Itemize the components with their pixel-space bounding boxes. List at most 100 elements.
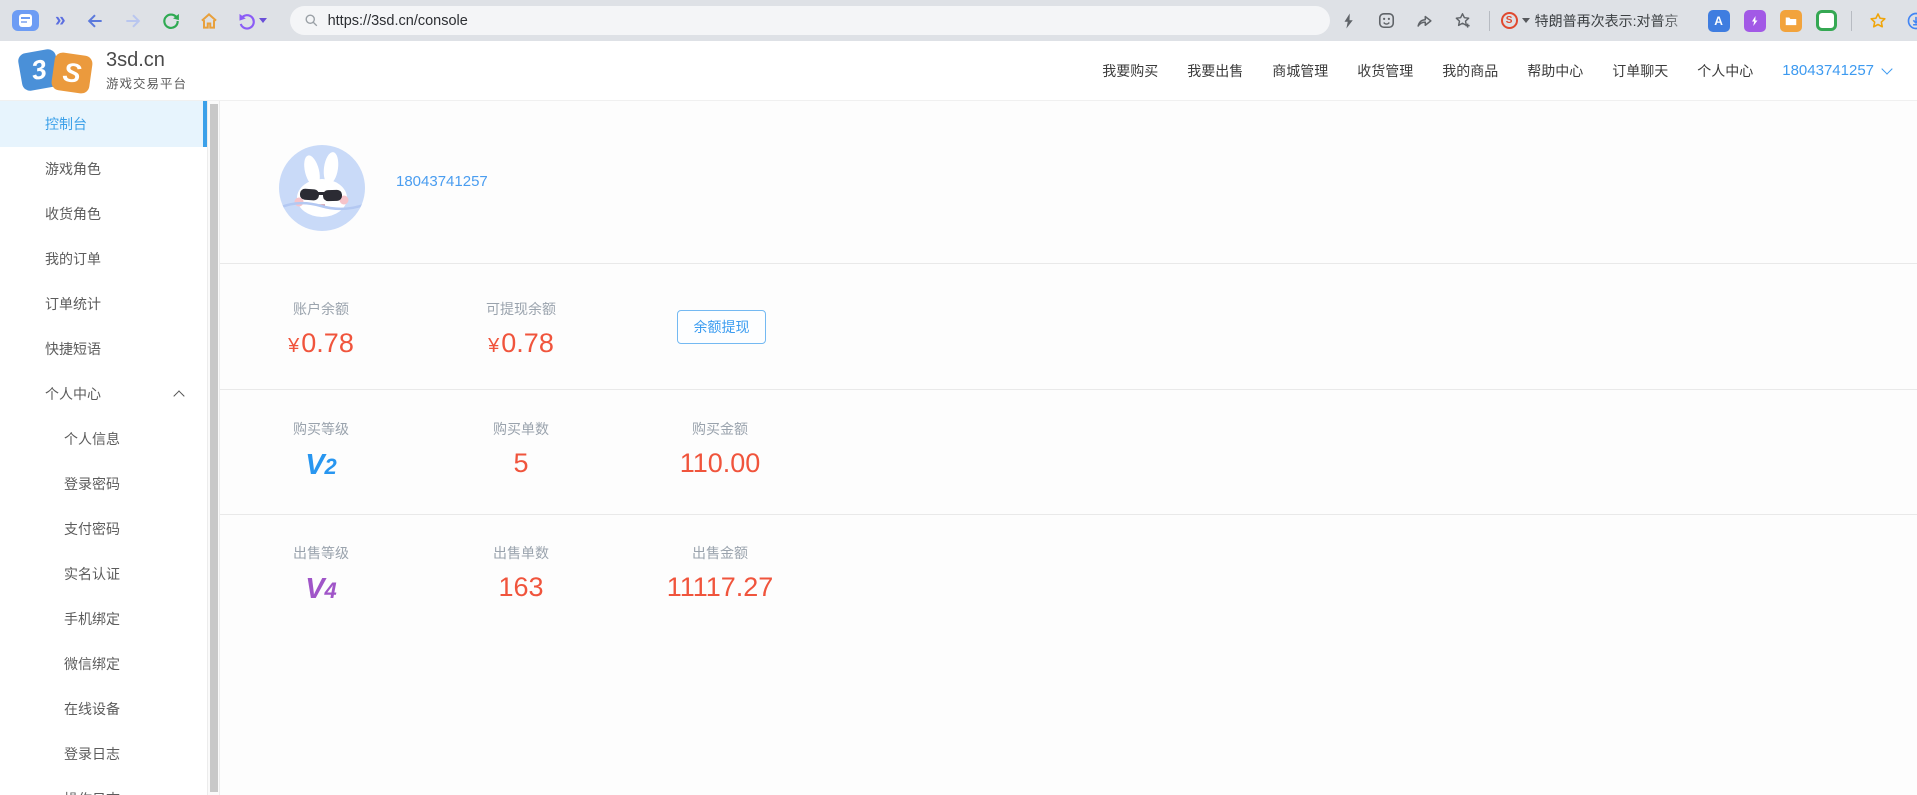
nav-my-goods[interactable]: 我的商品 xyxy=(1442,61,1498,81)
account-balance-value: ¥0.78 xyxy=(288,328,354,358)
purchase-level-label: 购买等级 xyxy=(293,421,349,437)
sale-level-block: 出售等级 V4 xyxy=(236,543,406,606)
home-icon[interactable] xyxy=(198,10,220,32)
bunny-avatar-icon xyxy=(279,152,365,217)
sidebar-item-game-roles[interactable]: 游戏角色 xyxy=(0,147,207,192)
chevron-down-icon xyxy=(1881,62,1893,75)
sidebar-item-real-name[interactable]: 实名认证 xyxy=(0,552,207,597)
orange-folder-extension-icon[interactable] xyxy=(1779,9,1802,32)
sidebar-item-order-stats[interactable]: 订单统计 xyxy=(0,282,207,327)
logo-text: 3sd.cn 游戏交易平台 xyxy=(106,49,187,92)
sale-orders-value: 163 xyxy=(498,572,544,602)
sidebar-item-personal-center[interactable]: 个人中心 xyxy=(0,372,207,417)
sidebar-item-personal-info[interactable]: 个人信息 xyxy=(0,417,207,462)
scrollbar-thumb[interactable] xyxy=(210,104,218,792)
news-ticker[interactable]: S 特朗普再次表示:对普京 xyxy=(1500,10,1697,31)
site-logo[interactable]: 3 S 3sd.cn 游戏交易平台 xyxy=(16,47,187,94)
sidebar-item-login-password[interactable]: 登录密码 xyxy=(0,462,207,507)
section-divider xyxy=(220,389,1917,390)
forward-icon[interactable] xyxy=(122,10,144,32)
nav-sell[interactable]: 我要出售 xyxy=(1187,61,1243,81)
chevron-up-icon xyxy=(173,390,185,402)
browser-toolbar: » https://3sd.cn/console S 特朗普再次表示:对普京 A xyxy=(0,0,1917,41)
sidebar-tab-icon[interactable] xyxy=(12,10,39,31)
withdraw-button[interactable]: 余额提现 xyxy=(677,310,766,344)
reader-icon[interactable] xyxy=(1376,10,1398,32)
purchase-orders-label: 购买单数 xyxy=(493,421,549,437)
withdrawable-balance-label: 可提现余额 xyxy=(486,301,556,317)
logo-tile-s: S xyxy=(50,51,94,94)
undo-dropdown-caret[interactable] xyxy=(258,18,267,23)
purchase-level-block: 购买等级 V2 xyxy=(236,419,406,482)
currency-symbol: ¥ xyxy=(288,335,300,357)
nav-help-center[interactable]: 帮助中心 xyxy=(1527,61,1583,81)
toolbar-separator xyxy=(1850,10,1852,31)
sidebar-item-wechat-bind[interactable]: 微信绑定 xyxy=(0,642,207,687)
search-icon xyxy=(305,14,317,27)
sale-level-value: V4 xyxy=(305,573,337,605)
sidebar-item-pay-password[interactable]: 支付密码 xyxy=(0,507,207,552)
sidebar-item-my-orders[interactable]: 我的订单 xyxy=(0,237,207,282)
sidebar-item-receive-roles[interactable]: 收货角色 xyxy=(0,192,207,237)
tab-preview-icon xyxy=(19,14,32,27)
purchase-orders-value: 5 xyxy=(513,448,529,478)
news-dropdown-caret[interactable] xyxy=(1521,18,1530,23)
boost-icon[interactable] xyxy=(1338,10,1360,32)
logo-tagline: 游戏交易平台 xyxy=(106,77,188,91)
sidebar-item-label: 个人中心 xyxy=(45,386,101,402)
profile-username: 18043741257 xyxy=(396,173,488,190)
section-divider xyxy=(220,263,1917,264)
sale-level-label: 出售等级 xyxy=(293,545,349,561)
sidebar-item-partial-bottom[interactable]: 操作日志 xyxy=(0,777,207,795)
news-fade xyxy=(1662,10,1697,31)
nav-buy[interactable]: 我要购买 xyxy=(1102,61,1158,81)
sidebar-item-console[interactable]: 控制台 xyxy=(0,101,207,147)
bookmark-star-add-icon[interactable] xyxy=(1452,10,1474,32)
site-header: 3 S 3sd.cn 游戏交易平台 我要购买 我要出售 商城管理 收货管理 我的… xyxy=(0,41,1917,101)
purchase-orders-block: 购买单数 5 xyxy=(436,419,606,479)
withdrawable-balance-block: 可提现余额 ¥0.78 xyxy=(436,299,606,359)
share-icon[interactable] xyxy=(1414,10,1436,32)
account-menu[interactable]: 18043741257 xyxy=(1782,62,1893,79)
purchase-level-value: V2 xyxy=(305,449,337,481)
page-body: 控制台 游戏角色 收货角色 我的订单 订单统计 快捷短语 个人中心 个人信息 登… xyxy=(0,101,1917,795)
toolbar-separator xyxy=(1488,10,1490,31)
news-source-icon: S xyxy=(1500,12,1518,29)
section-divider xyxy=(220,514,1917,515)
download-icon[interactable] xyxy=(1905,10,1917,32)
translate-extension-icon[interactable]: A xyxy=(1707,9,1730,32)
url-text: https://3sd.cn/console xyxy=(327,12,468,29)
favorites-star-icon[interactable] xyxy=(1867,10,1889,32)
nav-receive-manage[interactable]: 收货管理 xyxy=(1357,61,1413,81)
sale-amount-label: 出售金额 xyxy=(692,545,748,561)
sidebar-item-phone-bind[interactable]: 手机绑定 xyxy=(0,597,207,642)
nav-order-chat[interactable]: 订单聊天 xyxy=(1612,61,1668,81)
top-nav: 我要购买 我要出售 商城管理 收货管理 我的商品 帮助中心 订单聊天 个人中心 … xyxy=(1073,61,1893,81)
sidebar-item-login-log[interactable]: 登录日志 xyxy=(0,732,207,777)
back-icon[interactable] xyxy=(84,10,106,32)
account-balance-block: 账户余额 ¥0.78 xyxy=(236,299,406,359)
nav-mall-manage[interactable]: 商城管理 xyxy=(1272,61,1328,81)
sale-amount-block: 出售金额 11117.27 xyxy=(635,543,805,603)
account-balance-label: 账户余额 xyxy=(293,301,349,317)
sale-orders-block: 出售单数 163 xyxy=(436,543,606,603)
sidebar-item-online-devices[interactable]: 在线设备 xyxy=(0,687,207,732)
sidebar-scrollbar[interactable] xyxy=(207,101,219,795)
address-bar[interactable]: https://3sd.cn/console xyxy=(289,6,1330,35)
nav-personal-center[interactable]: 个人中心 xyxy=(1697,61,1753,81)
sidebar-item-quick-phrases[interactable]: 快捷短语 xyxy=(0,327,207,372)
withdrawable-balance-value: ¥0.78 xyxy=(488,328,554,358)
account-phone: 18043741257 xyxy=(1782,62,1874,79)
overflow-chevron-icon[interactable]: » xyxy=(55,11,66,30)
main-content: 18043741257 账户余额 ¥0.78 可提现余额 ¥0.78 余额提现 … xyxy=(219,101,1917,795)
news-headline: 特朗普再次表示:对普京 xyxy=(1534,12,1679,29)
refresh-icon[interactable] xyxy=(160,10,182,32)
currency-symbol: ¥ xyxy=(488,335,500,357)
purchase-amount-value: 110.00 xyxy=(679,448,761,478)
undo-icon[interactable] xyxy=(236,10,268,32)
green-extension-icon[interactable] xyxy=(1815,10,1837,31)
toolbar-right: S 特朗普再次表示:对普京 A xyxy=(1330,9,1917,32)
purple-extension-icon[interactable] xyxy=(1743,9,1766,32)
avatar[interactable] xyxy=(279,145,365,231)
purchase-amount-block: 购买金额 110.00 xyxy=(635,419,805,479)
